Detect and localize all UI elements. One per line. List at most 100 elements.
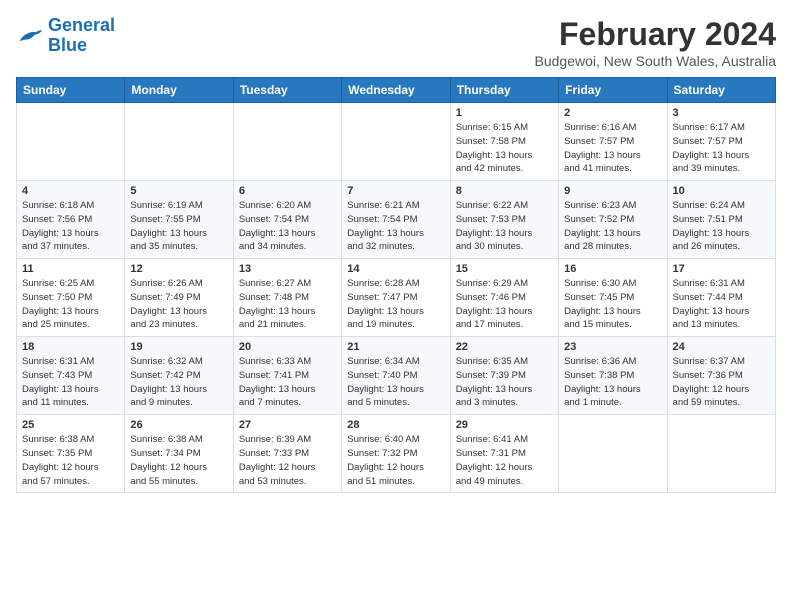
calendar-cell: 24Sunrise: 6:37 AMSunset: 7:36 PMDayligh… <box>667 337 775 415</box>
calendar-cell: 22 Sunrise: 6:35 AMSunset: 7:39 PMDayligh… <box>450 337 558 415</box>
calendar-col-header: Saturday <box>667 78 775 103</box>
day-number: 17 <box>673 263 770 275</box>
day-number: 14 <box>347 263 444 275</box>
day-info: Sunrise: 6:39 AMSunset: 7:33 PMDaylight:… <box>239 433 336 488</box>
day-info: Sunrise: 6:33 AMSunset: 7:41 PMDaylight:… <box>239 355 336 410</box>
day-info: Sunrise: 6:20 AMSunset: 7:54 PMDaylight:… <box>239 199 336 254</box>
day-number: 29 <box>456 419 553 431</box>
calendar-cell: 16 Sunrise: 6:30 AMSunset: 7:45 PMDayligh… <box>559 259 667 337</box>
day-number: 26 <box>130 419 227 431</box>
day-number: 8 <box>456 185 553 197</box>
calendar-cell: 11 Sunrise: 6:25 AMSunset: 7:50 PMDayligh… <box>17 259 125 337</box>
calendar-cell: 2 Sunrise: 6:16 AMSunset: 7:57 PMDaylight… <box>559 103 667 181</box>
day-number: 6 <box>239 185 336 197</box>
day-info: Sunrise: 6:28 AMSunset: 7:47 PMDaylight:… <box>347 277 444 332</box>
calendar-cell: 13 Sunrise: 6:27 AMSunset: 7:48 PMDayligh… <box>233 259 341 337</box>
day-number: 9 <box>564 185 661 197</box>
calendar-week-row: 18 Sunrise: 6:31 AMSunset: 7:43 PMDayligh… <box>17 337 776 415</box>
day-info: Sunrise: 6:27 AMSunset: 7:48 PMDaylight:… <box>239 277 336 332</box>
day-info: Sunrise: 6:31 AMSunset: 7:44 PMDaylight:… <box>673 277 770 332</box>
day-info: Sunrise: 6:25 AMSunset: 7:50 PMDaylight:… <box>22 277 119 332</box>
day-number: 3 <box>673 107 770 119</box>
day-number: 12 <box>130 263 227 275</box>
calendar-cell: 29 Sunrise: 6:41 AMSunset: 7:31 PMDayligh… <box>450 415 558 493</box>
calendar-cell <box>667 415 775 493</box>
calendar-cell <box>17 103 125 181</box>
logo-name-part1: General <box>48 15 115 35</box>
page-title: February 2024 <box>535 16 777 53</box>
day-info: Sunrise: 6:36 AMSunset: 7:38 PMDaylight:… <box>564 355 661 410</box>
calendar-cell: 20 Sunrise: 6:33 AMSunset: 7:41 PMDayligh… <box>233 337 341 415</box>
calendar-cell: 7 Sunrise: 6:21 AMSunset: 7:54 PMDaylight… <box>342 181 450 259</box>
day-number: 27 <box>239 419 336 431</box>
page-header: General Blue February 2024 Budgewoi, New… <box>16 16 776 69</box>
calendar-cell: 3 Sunrise: 6:17 AMSunset: 7:57 PMDaylight… <box>667 103 775 181</box>
calendar-cell <box>233 103 341 181</box>
calendar-col-header: Monday <box>125 78 233 103</box>
calendar-col-header: Sunday <box>17 78 125 103</box>
day-info: Sunrise: 6:16 AMSunset: 7:57 PMDaylight:… <box>564 121 661 176</box>
day-number: 28 <box>347 419 444 431</box>
day-info: Sunrise: 6:21 AMSunset: 7:54 PMDaylight:… <box>347 199 444 254</box>
calendar-cell: 27 Sunrise: 6:39 AMSunset: 7:33 PMDayligh… <box>233 415 341 493</box>
day-info: Sunrise: 6:40 AMSunset: 7:32 PMDaylight:… <box>347 433 444 488</box>
calendar-cell: 10 Sunrise: 6:24 AMSunset: 7:51 PMDayligh… <box>667 181 775 259</box>
day-info: Sunrise: 6:41 AMSunset: 7:31 PMDaylight:… <box>456 433 553 488</box>
day-number: 18 <box>22 341 119 353</box>
calendar-cell: 8Sunrise: 6:22 AMSunset: 7:53 PMDaylight… <box>450 181 558 259</box>
calendar-col-header: Friday <box>559 78 667 103</box>
calendar-cell: 15 Sunrise: 6:29 AMSunset: 7:46 PMDayligh… <box>450 259 558 337</box>
calendar-cell <box>559 415 667 493</box>
day-info: Sunrise: 6:32 AMSunset: 7:42 PMDaylight:… <box>130 355 227 410</box>
calendar-cell: 23 Sunrise: 6:36 AMSunset: 7:38 PMDayligh… <box>559 337 667 415</box>
day-info: Sunrise: 6:26 AMSunset: 7:49 PMDaylight:… <box>130 277 227 332</box>
calendar-cell: 21Sunrise: 6:34 AMSunset: 7:40 PMDayligh… <box>342 337 450 415</box>
day-info: Sunrise: 6:30 AMSunset: 7:45 PMDaylight:… <box>564 277 661 332</box>
calendar-cell: 14 Sunrise: 6:28 AMSunset: 7:47 PMDayligh… <box>342 259 450 337</box>
calendar-col-header: Wednesday <box>342 78 450 103</box>
day-info: Sunrise: 6:19 AMSunset: 7:55 PMDaylight:… <box>130 199 227 254</box>
calendar-week-row: 25Sunrise: 6:38 AMSunset: 7:35 PMDayligh… <box>17 415 776 493</box>
calendar-week-row: 11 Sunrise: 6:25 AMSunset: 7:50 PMDayligh… <box>17 259 776 337</box>
calendar-week-row: 1 Sunrise: 6:15 AMSunset: 7:58 PMDaylight… <box>17 103 776 181</box>
page-subtitle: Budgewoi, New South Wales, Australia <box>535 53 777 69</box>
calendar-cell: 1 Sunrise: 6:15 AMSunset: 7:58 PMDaylight… <box>450 103 558 181</box>
calendar-cell: 4Sunrise: 6:18 AMSunset: 7:56 PMDaylight… <box>17 181 125 259</box>
day-info: Sunrise: 6:15 AMSunset: 7:58 PMDaylight:… <box>456 121 553 176</box>
day-number: 15 <box>456 263 553 275</box>
day-info: Sunrise: 6:29 AMSunset: 7:46 PMDaylight:… <box>456 277 553 332</box>
calendar-cell: 26Sunrise: 6:38 AMSunset: 7:34 PMDayligh… <box>125 415 233 493</box>
title-block: February 2024 Budgewoi, New South Wales,… <box>535 16 777 69</box>
calendar-col-header: Tuesday <box>233 78 341 103</box>
day-number: 24 <box>673 341 770 353</box>
day-number: 11 <box>22 263 119 275</box>
day-info: Sunrise: 6:17 AMSunset: 7:57 PMDaylight:… <box>673 121 770 176</box>
day-number: 25 <box>22 419 119 431</box>
calendar-cell: 17 Sunrise: 6:31 AMSunset: 7:44 PMDayligh… <box>667 259 775 337</box>
calendar-cell: 19Sunrise: 6:32 AMSunset: 7:42 PMDayligh… <box>125 337 233 415</box>
day-number: 13 <box>239 263 336 275</box>
day-number: 4 <box>22 185 119 197</box>
calendar-week-row: 4Sunrise: 6:18 AMSunset: 7:56 PMDaylight… <box>17 181 776 259</box>
day-info: Sunrise: 6:35 AMSunset: 7:39 PMDaylight:… <box>456 355 553 410</box>
calendar-cell: 5Sunrise: 6:19 AMSunset: 7:55 PMDaylight… <box>125 181 233 259</box>
day-number: 1 <box>456 107 553 119</box>
day-number: 20 <box>239 341 336 353</box>
day-number: 23 <box>564 341 661 353</box>
calendar-body: 1 Sunrise: 6:15 AMSunset: 7:58 PMDaylight… <box>17 103 776 493</box>
day-number: 16 <box>564 263 661 275</box>
calendar-cell: 12 Sunrise: 6:26 AMSunset: 7:49 PMDayligh… <box>125 259 233 337</box>
day-info: Sunrise: 6:24 AMSunset: 7:51 PMDaylight:… <box>673 199 770 254</box>
calendar-cell: 18 Sunrise: 6:31 AMSunset: 7:43 PMDayligh… <box>17 337 125 415</box>
day-number: 7 <box>347 185 444 197</box>
day-number: 22 <box>456 341 553 353</box>
calendar-cell: 28 Sunrise: 6:40 AMSunset: 7:32 PMDayligh… <box>342 415 450 493</box>
day-info: Sunrise: 6:31 AMSunset: 7:43 PMDaylight:… <box>22 355 119 410</box>
logo-name-part2: Blue <box>48 35 87 55</box>
calendar-cell <box>342 103 450 181</box>
day-number: 21 <box>347 341 444 353</box>
day-number: 2 <box>564 107 661 119</box>
calendar-cell: 6 Sunrise: 6:20 AMSunset: 7:54 PMDaylight… <box>233 181 341 259</box>
day-number: 10 <box>673 185 770 197</box>
calendar-table: SundayMondayTuesdayWednesdayThursdayFrid… <box>16 77 776 493</box>
